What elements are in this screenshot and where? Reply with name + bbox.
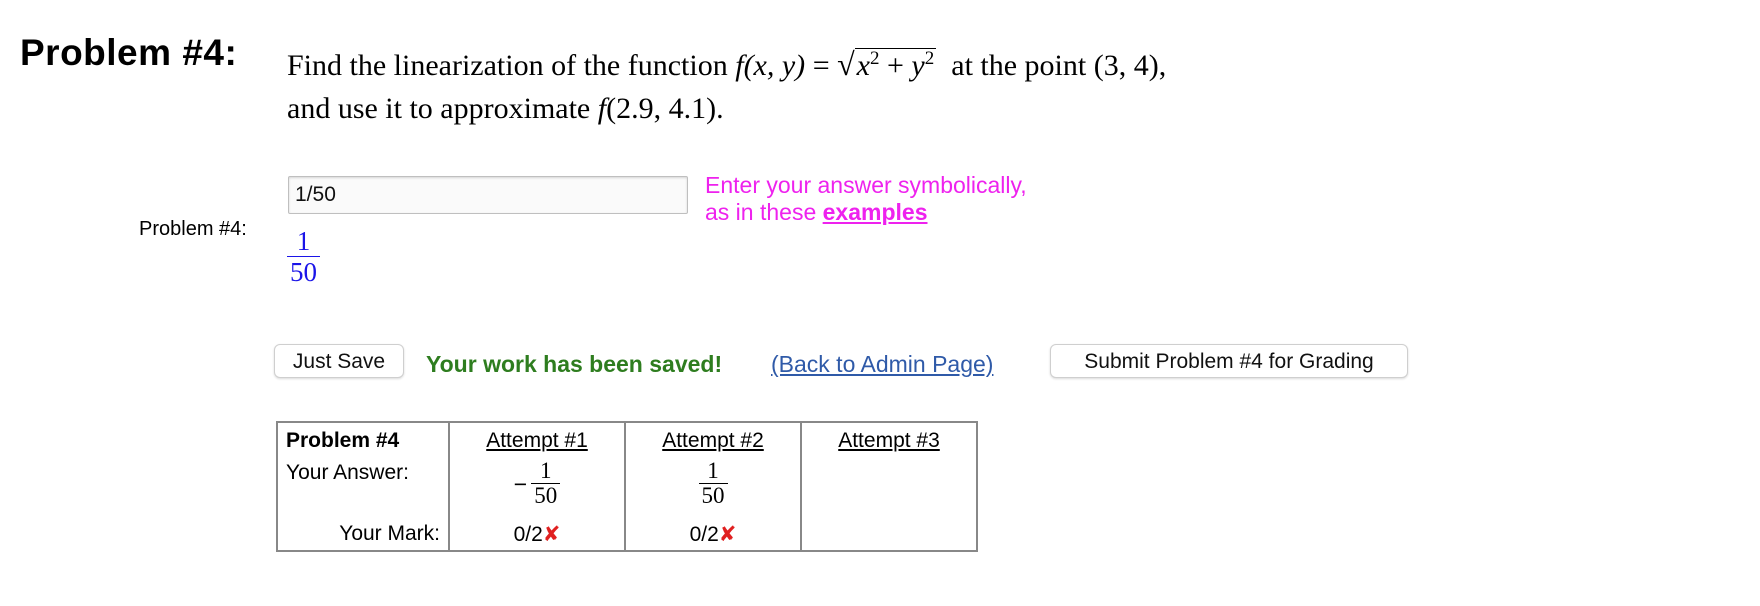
just-save-button[interactable]: Just Save (274, 344, 404, 378)
attempt-1-denominator: 50 (531, 483, 561, 508)
attempt-2-mark: 0/2✘ (624, 522, 802, 551)
submit-for-grading-button[interactable]: Submit Problem #4 for Grading (1050, 344, 1408, 378)
sqrt-expression: √x2 + y2 (837, 46, 937, 83)
problem-heading: Problem #4: (20, 32, 238, 73)
attempt-1-answer: − 1 50 (448, 457, 626, 522)
statement-suffix: at the point (3, 4), (951, 49, 1167, 82)
statement-text: Find the linearization of the function (287, 49, 728, 82)
hint-text: as in these (705, 199, 817, 225)
header-attempt-3[interactable]: Attempt #3 (800, 422, 978, 457)
attempt-1-numerator: 1 (539, 458, 552, 483)
minus-sign: − (513, 470, 528, 497)
wrong-x-icon: ✘ (718, 523, 737, 546)
header-attempt-1[interactable]: Attempt #1 (448, 422, 626, 457)
answer-hint: Enter your answer symbolically, as in th… (705, 172, 1027, 226)
examples-link[interactable]: examples (823, 199, 928, 225)
statement-text-2: and use it to approximate (287, 92, 591, 125)
sqrt-symbol: √ (837, 46, 855, 82)
header-problem: Problem #4 (276, 422, 450, 457)
answer-problem-label: Problem #4: (139, 218, 247, 240)
preview-denominator: 50 (287, 256, 320, 287)
function-name: f (597, 92, 607, 125)
problem-statement-line1: Find the linearization of the function f… (287, 46, 1166, 83)
radicand-y: y (911, 49, 925, 82)
answer-preview: 1 50 (287, 226, 320, 287)
attempt-2-numerator: 1 (707, 458, 719, 483)
answer-input[interactable] (288, 176, 688, 214)
function-args: (x, y) (743, 49, 806, 82)
attempts-table: Problem #4 Attempt #1 Attempt #2 Attempt… (276, 421, 978, 552)
header-attempt-2[interactable]: Attempt #2 (624, 422, 802, 457)
attempt-1-score: 0/2 (513, 523, 543, 546)
attempt-3-mark (800, 522, 978, 551)
radicand-x: x (856, 49, 870, 82)
saved-message: Your work has been saved! (426, 351, 723, 377)
table-row-mark: Your Mark: 0/2✘ 0/2✘ (276, 522, 978, 551)
attempt-2-score: 0/2 (689, 523, 719, 546)
attempt-2-denominator: 50 (698, 483, 728, 508)
hint-line1: Enter your answer symbolically, (705, 172, 1027, 198)
exponent: 2 (924, 48, 935, 69)
your-mark-label: Your Mark: (276, 522, 450, 551)
back-to-admin-link[interactable]: (Back to Admin Page) (771, 351, 993, 378)
your-answer-label: Your Answer: (276, 457, 450, 522)
attempt-3-answer (800, 457, 978, 522)
attempt-1-mark: 0/2✘ (448, 522, 626, 551)
plus-sign: + (879, 49, 912, 82)
function-args: (2.9, 4.1). (606, 92, 724, 125)
equals-sign: = (812, 49, 830, 82)
table-row-answer: Your Answer: − 1 50 1 50 (276, 457, 978, 522)
exponent: 2 (870, 48, 880, 69)
hint-line2: as in these examples (705, 199, 1027, 226)
function-name: f (735, 49, 744, 82)
problem-statement-line2: and use it to approximate f(2.9, 4.1). (287, 92, 724, 126)
table-header-row: Problem #4 Attempt #1 Attempt #2 Attempt… (276, 422, 978, 457)
attempt-2-answer: 1 50 (624, 457, 802, 522)
wrong-x-icon: ✘ (542, 523, 561, 546)
preview-numerator: 1 (296, 226, 311, 256)
